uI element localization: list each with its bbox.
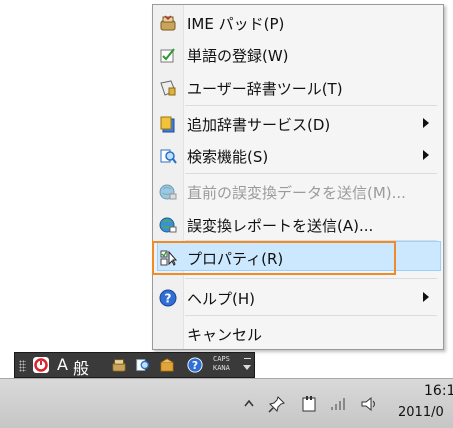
submenu-arrow-icon — [423, 292, 429, 302]
menu-separator — [185, 173, 437, 174]
conversion-mode-indicator[interactable]: 般 — [73, 355, 89, 379]
minimize-icon[interactable] — [244, 358, 251, 359]
speaker-volume-icon[interactable] — [360, 395, 378, 413]
show-hidden-icons-chevron-up-icon[interactable] — [244, 399, 254, 407]
submenu-arrow-icon — [423, 118, 429, 128]
menu-item-label: 誤変換レポートを送信(A)... — [187, 217, 374, 235]
network-signal-icon[interactable] — [330, 397, 346, 411]
kana-label: KANA — [213, 364, 230, 372]
help-icon: ? — [159, 289, 177, 307]
clock-date[interactable]: 2011/0 — [398, 405, 444, 420]
send-data-icon — [159, 184, 177, 200]
menu-item-label: 検索機能(S) — [187, 148, 269, 166]
send-report-icon — [159, 217, 177, 233]
ime-pad-icon — [160, 15, 176, 31]
input-mode-indicator[interactable]: A — [57, 355, 68, 374]
menu-item-label: ヘルプ(H) — [187, 290, 255, 308]
menu-item-send-previous-data: 直前の誤変換データを送信(M)... — [153, 176, 443, 206]
chevron-down-icon[interactable] — [243, 365, 251, 370]
pin-icon[interactable] — [268, 395, 286, 413]
drag-grip-icon[interactable] — [19, 360, 26, 372]
ime-context-menu: IME パッド(P) 単語の登録(W) ユーザー辞書ツール(T) 追加辞書サービ… — [152, 4, 444, 350]
menu-item-send-report[interactable]: 誤変換レポートを送信(A)... — [153, 209, 443, 239]
menu-item-word-register[interactable]: 単語の登録(W) — [153, 39, 443, 69]
word-register-icon — [160, 48, 175, 63]
menu-separator — [185, 278, 437, 279]
menu-item-search-function[interactable]: 検索機能(S) — [153, 140, 443, 170]
menu-item-label: IME パッド(P) — [187, 15, 285, 33]
ime-pad-icon[interactable] — [111, 357, 127, 373]
svg-text:?: ? — [165, 292, 172, 306]
annotation-highlight-box — [152, 241, 396, 275]
tool-box-icon[interactable] — [159, 357, 175, 373]
menu-item-help[interactable]: ? ヘルプ(H) — [153, 282, 443, 312]
clock-time[interactable]: 16:1 — [424, 383, 453, 399]
dictionary-service-icon — [160, 116, 175, 133]
caps-label: CAPS — [213, 355, 230, 363]
user-dictionary-icon — [160, 80, 176, 96]
ime-app-icon[interactable] — [33, 357, 49, 373]
taskbar: 16:1 2011/0 — [0, 378, 453, 428]
menu-separator — [185, 105, 437, 106]
power-plug-icon[interactable] — [300, 395, 318, 413]
menu-item-label: 単語の登録(W) — [187, 47, 289, 65]
caps-kana-indicator: CAPS KANA — [213, 355, 230, 373]
ime-language-bar: A 般 ? CAPS KANA — [14, 352, 255, 378]
menu-item-cancel[interactable]: キャンセル — [153, 318, 443, 348]
menu-item-label: 追加辞書サービス(D) — [187, 116, 331, 134]
search-function-icon[interactable] — [135, 357, 151, 373]
menu-item-label: 直前の誤変換データを送信(M)... — [187, 184, 406, 202]
search-function-icon — [160, 149, 177, 164]
menu-separator — [185, 315, 437, 316]
menu-item-ime-pad[interactable]: IME パッド(P) — [153, 7, 443, 37]
menu-item-dictionary-service[interactable]: 追加辞書サービス(D) — [153, 108, 443, 138]
help-icon[interactable]: ? — [187, 357, 203, 373]
menu-item-user-dictionary[interactable]: ユーザー辞書ツール(T) — [153, 72, 443, 102]
menu-item-label: ユーザー辞書ツール(T) — [187, 80, 343, 98]
svg-text:?: ? — [192, 359, 198, 372]
submenu-arrow-icon — [423, 150, 429, 160]
menu-item-label: キャンセル — [187, 326, 263, 344]
